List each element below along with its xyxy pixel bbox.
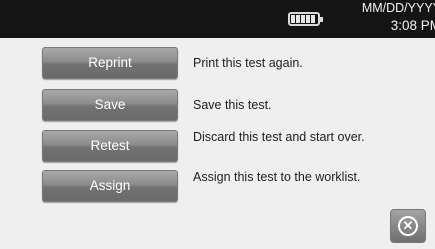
action-row-assign: Assign Assign this test to the worklist.: [42, 170, 422, 202]
retest-description: Discard this test and start over.: [193, 130, 365, 144]
close-button[interactable]: ✕: [390, 209, 426, 243]
save-button[interactable]: Save: [42, 89, 178, 121]
date-display: MM/DD/YYYY: [361, 1, 435, 15]
assign-button[interactable]: Assign: [42, 170, 178, 202]
battery-icon: [288, 12, 323, 26]
retest-button[interactable]: Retest: [42, 130, 178, 162]
save-description: Save this test.: [193, 98, 272, 112]
action-row-save: Save Save this test.: [42, 89, 422, 121]
action-row-retest: Retest Discard this test and start over.: [42, 130, 422, 162]
assign-description: Assign this test to the worklist.: [193, 170, 361, 184]
time-display: 3:08 PM: [390, 18, 435, 33]
reprint-description: Print this test again.: [193, 56, 303, 70]
reprint-button[interactable]: Reprint: [42, 47, 178, 79]
status-bar: MM/DD/YYYY 3:08 PM: [0, 0, 435, 38]
action-panel: Reprint Print this test again. Save Save…: [0, 38, 435, 249]
close-circle-x-icon: ✕: [398, 216, 418, 236]
action-row-reprint: Reprint Print this test again.: [42, 47, 422, 79]
